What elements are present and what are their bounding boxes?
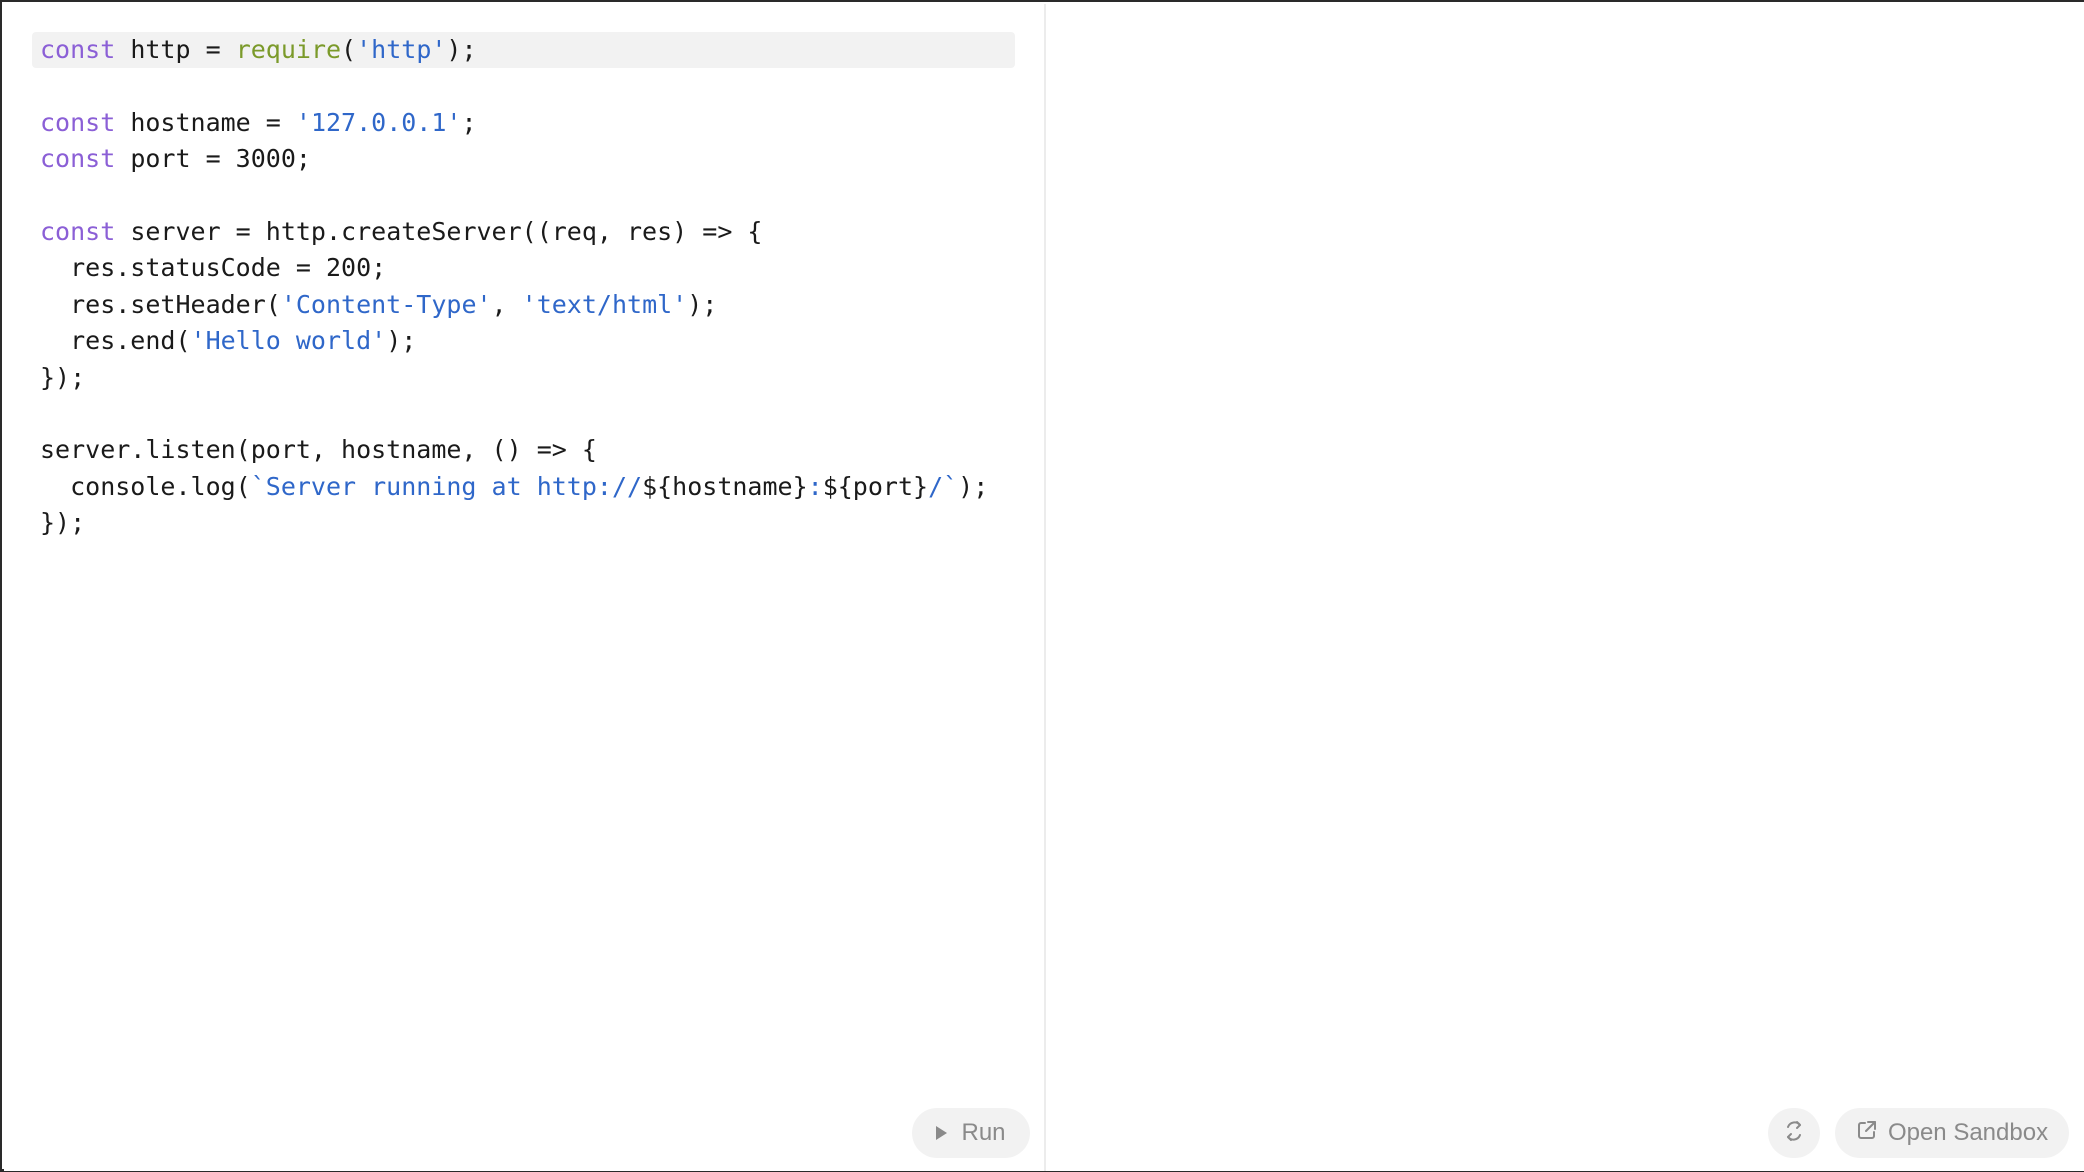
code-token: '127.0.0.1': [295, 107, 462, 137]
sandbox-frame: const http = require('http'); const host…: [0, 0, 2084, 1172]
code-token: const: [40, 35, 116, 64]
code-token: res.end(: [40, 326, 191, 356]
code-token: :: [807, 471, 823, 501]
code-token: (: [341, 35, 357, 64]
refresh-preview-button[interactable]: [1768, 1108, 1820, 1158]
code-line[interactable]: server.listen(port, hostname, () => {: [40, 432, 988, 468]
open-sandbox-label: Open Sandbox: [1887, 1119, 2049, 1146]
play-icon: [936, 1126, 948, 1140]
code-editor[interactable]: const http = require('http'); const host…: [40, 32, 988, 541]
code-line[interactable]: console.log(`Server running at http://${…: [40, 469, 988, 505]
code-token: port = 3000;: [115, 144, 311, 174]
code-token: ${port}: [822, 471, 929, 501]
code-line[interactable]: res.end('Hello world');: [40, 323, 988, 359]
code-token: const: [40, 107, 116, 137]
code-token: );: [958, 471, 989, 501]
code-token: });: [40, 508, 86, 538]
code-token: res.setHeader(: [40, 289, 281, 319]
code-line[interactable]: const http = require('http');: [40, 32, 988, 68]
code-token: ${hostname}: [642, 471, 808, 501]
code-token: res.statusCode = 200;: [40, 253, 387, 283]
refresh-icon: [1781, 1118, 1807, 1149]
code-token: require: [235, 35, 342, 64]
code-token: );: [386, 326, 417, 356]
code-line[interactable]: const port = 3000;: [40, 141, 988, 177]
code-line[interactable]: res.setHeader('Content-Type', 'text/html…: [40, 287, 988, 323]
code-token: const: [40, 216, 116, 246]
code-token: console.log(: [40, 471, 251, 501]
code-line[interactable]: [40, 396, 988, 432]
code-token: 'Content-Type': [280, 289, 492, 319]
code-token: );: [687, 289, 718, 319]
code-token: 'text/html': [521, 289, 688, 319]
open-sandbox-button[interactable]: Open Sandbox: [1835, 1108, 2069, 1158]
code-token: server = http.createServer((req, res) =>…: [115, 216, 763, 246]
code-line[interactable]: [40, 178, 988, 214]
run-button-label: Run: [961, 1119, 1006, 1146]
code-token: });: [40, 362, 86, 392]
code-line[interactable]: const server = http.createServer((req, r…: [40, 214, 988, 250]
code-token: const: [40, 144, 116, 174]
code-token: 'Hello world': [190, 326, 387, 356]
code-token: );: [446, 35, 477, 64]
code-token: hostname =: [115, 107, 296, 137]
code-token: ,: [491, 289, 522, 319]
external-link-icon: [1856, 1119, 1878, 1148]
code-token: `Server running at http://: [250, 471, 643, 501]
run-button[interactable]: Run: [912, 1108, 1030, 1158]
code-token: server.listen(port, hostname, () => {: [40, 435, 597, 465]
code-token: 'http': [356, 35, 447, 64]
code-line[interactable]: [40, 68, 988, 104]
code-token: /`: [928, 471, 959, 501]
code-line[interactable]: });: [40, 360, 988, 396]
code-line[interactable]: const hostname = '127.0.0.1';: [40, 105, 988, 141]
code-token: ;: [461, 107, 477, 137]
code-line[interactable]: });: [40, 505, 988, 541]
code-line[interactable]: res.statusCode = 200;: [40, 250, 988, 286]
preview-pane: [1046, 4, 2084, 1171]
code-token: http =: [115, 35, 236, 64]
